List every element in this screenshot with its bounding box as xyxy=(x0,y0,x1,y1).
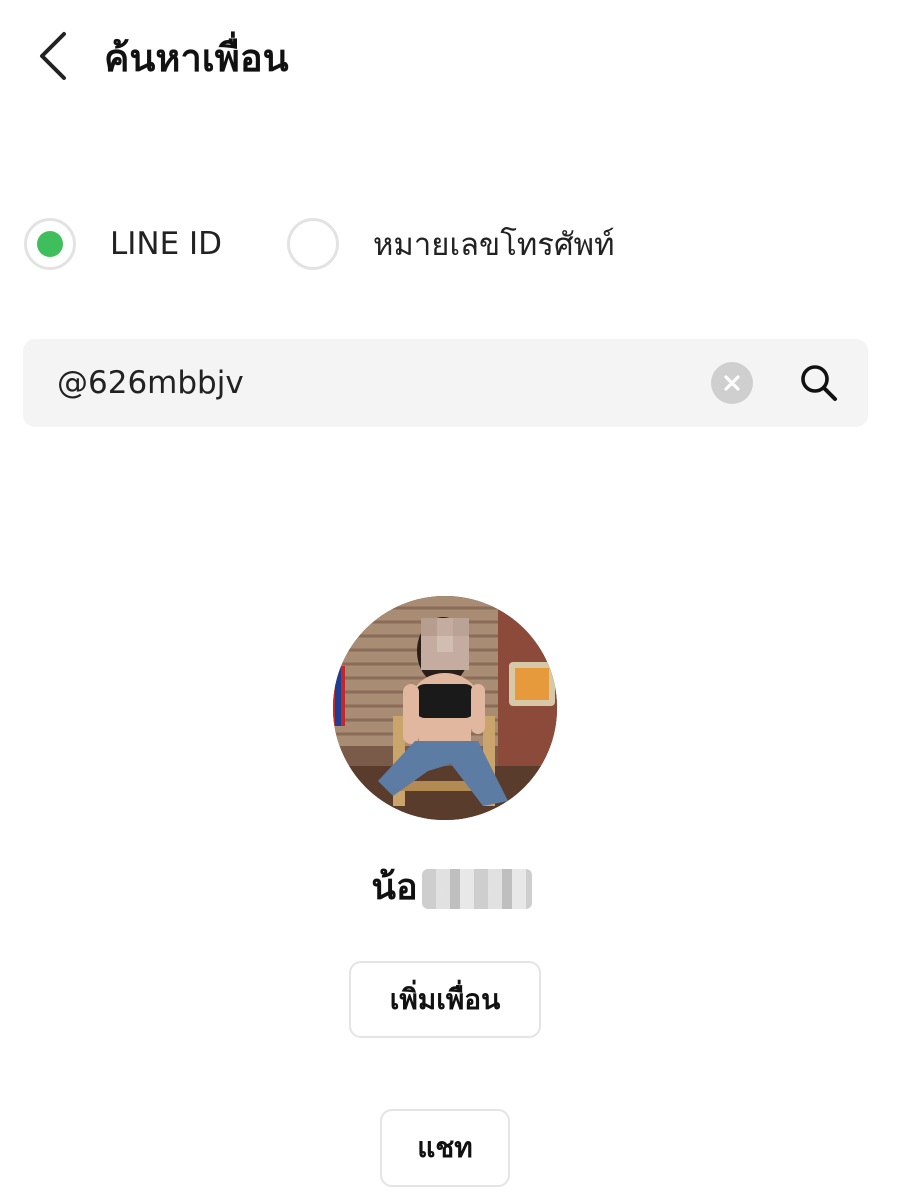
chevron-left-icon xyxy=(40,32,66,80)
avatar-photo xyxy=(333,596,557,820)
page-title: ค้นหาเพื่อน xyxy=(104,36,289,80)
find-friends-screen: ค้นหาเพื่อน LINE ID หมายเลขโทรศัพท์ @626… xyxy=(0,0,903,1200)
radio-phone-number[interactable]: หมายเลขโทรศัพท์ xyxy=(287,215,615,273)
profile-name: น้อ xyxy=(0,858,903,918)
profile-name-text: น้อ xyxy=(371,867,418,908)
close-icon xyxy=(724,375,740,391)
radio-line-id[interactable]: LINE ID xyxy=(24,215,222,273)
radio-label-line-id: LINE ID xyxy=(110,226,223,262)
clear-button[interactable] xyxy=(711,362,753,404)
search-button[interactable] xyxy=(795,359,843,407)
name-blur-mask xyxy=(421,869,532,909)
profile-avatar xyxy=(333,596,557,820)
radio-button-unselected[interactable] xyxy=(287,218,339,270)
radio-dot xyxy=(37,231,63,257)
search-field xyxy=(23,339,868,427)
radio-button-selected[interactable] xyxy=(24,218,76,270)
chat-button[interactable]: แชท xyxy=(380,1109,510,1187)
back-button[interactable] xyxy=(28,28,78,84)
search-icon xyxy=(801,365,837,401)
search-input[interactable] xyxy=(57,339,697,427)
radio-label-phone-number: หมายเลขโทรศัพท์ xyxy=(373,227,615,263)
add-friend-button[interactable]: เพิ่มเพื่อน xyxy=(349,961,541,1038)
